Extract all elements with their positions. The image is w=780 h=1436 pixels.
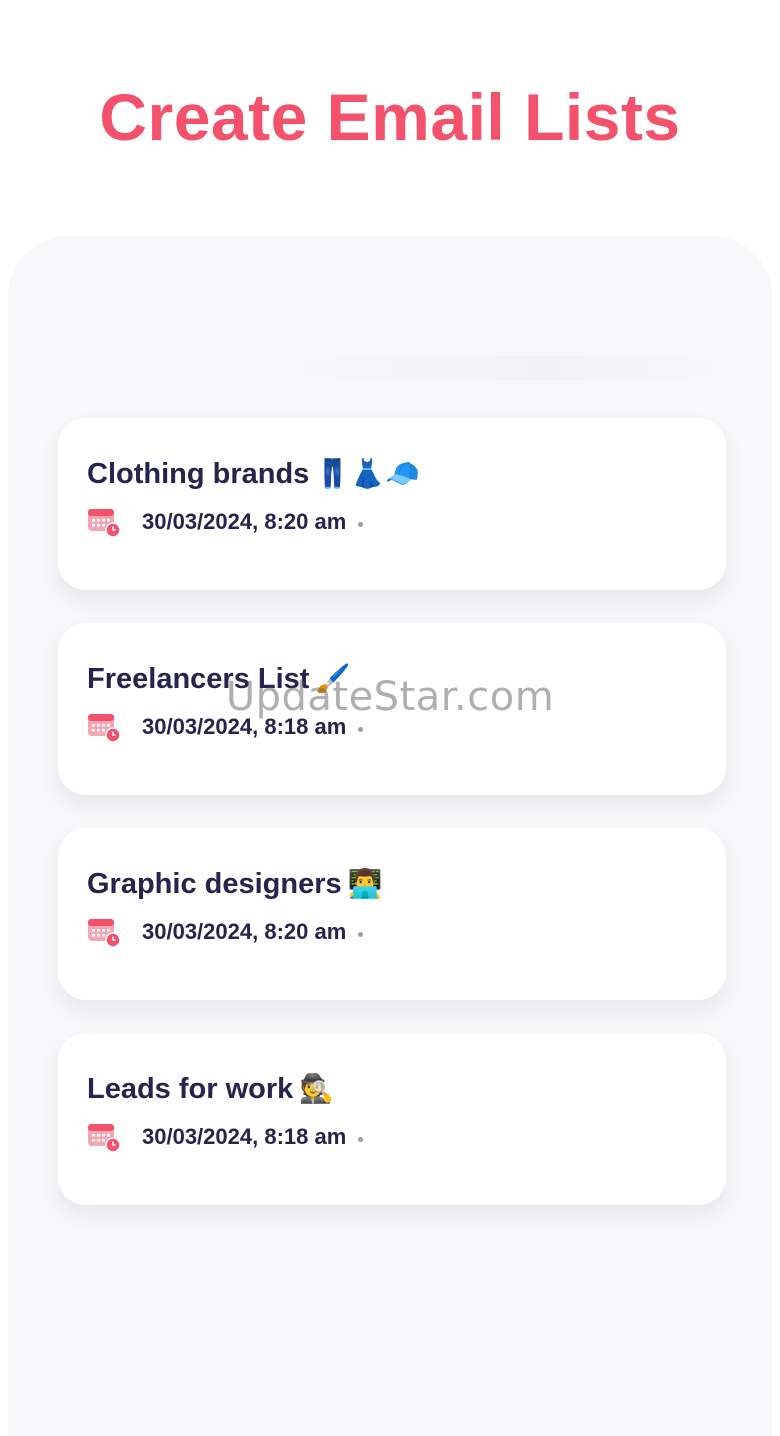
list-name: Freelancers List — [87, 663, 310, 695]
email-lists: Clothing brands 👖👗🧢 30/03/2024, 8:20 am F… — [58, 418, 726, 1238]
list-name: Leads for work — [87, 1073, 294, 1105]
list-card-clothing-brands[interactable]: Clothing brands 👖👗🧢 30/03/2024, 8:20 am — [58, 418, 726, 590]
calendar-clock-icon — [88, 1124, 121, 1153]
list-emoji: 👨‍💻 — [347, 868, 383, 899]
status-dot — [358, 1136, 364, 1142]
calendar-clock-icon — [88, 919, 121, 948]
list-timestamp: 30/03/2024, 8:18 am — [142, 714, 347, 739]
list-timestamp: 30/03/2024, 8:18 am — [142, 1124, 347, 1149]
list-emoji: 🖌️ — [315, 663, 351, 694]
list-card-freelancers-list[interactable]: Freelancers List 🖌️ 30/03/2024, 8:18 am — [58, 623, 726, 795]
list-meta: 30/03/2024, 8:20 am — [87, 914, 726, 950]
list-meta: 30/03/2024, 8:18 am — [87, 709, 726, 745]
list-emoji: 🕵️ — [299, 1073, 335, 1104]
list-name: Clothing brands — [87, 458, 310, 490]
status-dot — [358, 726, 364, 732]
list-title: Clothing brands 👖👗🧢 — [87, 454, 726, 494]
list-emoji: 👖👗🧢 — [315, 458, 420, 489]
list-title: Leads for work 🕵️ — [87, 1069, 726, 1109]
list-card-leads-for-work[interactable]: Leads for work 🕵️ 30/03/2024, 8:18 am — [58, 1033, 726, 1205]
list-meta: 30/03/2024, 8:20 am — [87, 504, 726, 540]
list-timestamp: 30/03/2024, 8:20 am — [142, 919, 347, 944]
list-title: Graphic designers 👨‍💻 — [87, 864, 726, 904]
calendar-clock-icon — [88, 714, 121, 743]
header-fade-divider — [270, 356, 730, 380]
status-dot — [358, 931, 364, 937]
status-dot — [358, 521, 364, 527]
list-card-graphic-designers[interactable]: Graphic designers 👨‍💻 30/03/2024, 8:20 am — [58, 828, 726, 1000]
page-title: Create Email Lists — [99, 80, 681, 154]
calendar-clock-icon — [88, 509, 121, 538]
list-timestamp: 30/03/2024, 8:20 am — [142, 509, 347, 534]
list-title: Freelancers List 🖌️ — [87, 659, 726, 699]
list-name: Graphic designers — [87, 868, 342, 900]
list-meta: 30/03/2024, 8:18 am — [87, 1119, 726, 1155]
